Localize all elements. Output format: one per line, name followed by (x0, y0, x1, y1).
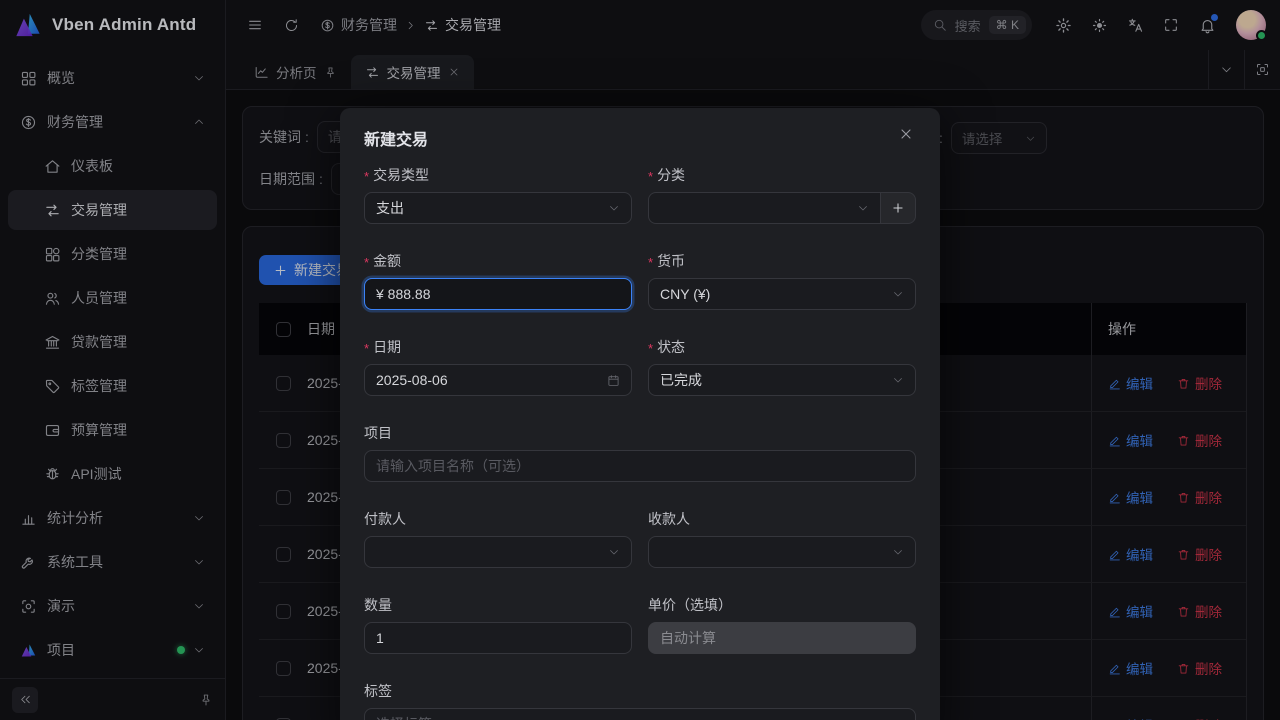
chevron-down-icon (608, 202, 620, 214)
currency-select[interactable]: CNY (¥) (648, 278, 916, 310)
form-row-type-category: *交易类型 支出 *分类 (364, 164, 916, 224)
chevron-down-icon (608, 546, 620, 558)
chevron-down-icon (892, 288, 904, 300)
field-quantity: 数量 (364, 594, 632, 654)
field-amount: *金额 (364, 250, 632, 310)
form-row-quantity-price: 数量 单价（选填） (364, 594, 916, 654)
tags-select[interactable]: 选择标签 (364, 708, 916, 720)
modal-close-button[interactable] (896, 124, 916, 144)
required-asterisk: * (364, 255, 369, 270)
transaction-type-select[interactable]: 支出 (364, 192, 632, 224)
new-transaction-modal: 新建交易 *交易类型 支出 *分类 (340, 108, 940, 720)
field-date: *日期 2025-08-06 (364, 336, 632, 396)
date-picker[interactable]: 2025-08-06 (364, 364, 632, 396)
modal-title: 新建交易 (364, 124, 428, 150)
required-asterisk: * (364, 169, 369, 184)
field-unit-price: 单价（选填） (648, 594, 916, 654)
project-input[interactable] (364, 450, 916, 482)
form-row-date-status: *日期 2025-08-06 *状态 已完成 (364, 336, 916, 396)
form-row-amount-currency: *金额 *货币 CNY (¥) (364, 250, 916, 310)
required-asterisk: * (648, 341, 653, 356)
category-select[interactable] (648, 192, 880, 224)
quantity-input[interactable] (364, 622, 632, 654)
field-payer: 付款人 (364, 508, 632, 568)
required-asterisk: * (364, 341, 369, 356)
field-tags: 标签 选择标签 (364, 680, 916, 720)
payer-select[interactable] (364, 536, 632, 568)
chevron-down-icon (857, 202, 869, 214)
add-category-button[interactable] (880, 192, 916, 224)
modal-header: 新建交易 (364, 124, 916, 150)
field-category: *分类 (648, 164, 916, 224)
calendar-icon (607, 374, 620, 387)
payee-select[interactable] (648, 536, 916, 568)
required-asterisk: * (648, 169, 653, 184)
plus-icon (891, 201, 905, 215)
form-row-tags: 标签 选择标签 (364, 680, 916, 720)
app-window: Vben Admin Antd 概览 财务管理 仪表板 交易管理 (0, 0, 1280, 720)
amount-input[interactable] (364, 278, 632, 310)
field-payee: 收款人 (648, 508, 916, 568)
unit-price-input (648, 622, 916, 654)
field-currency: *货币 CNY (¥) (648, 250, 916, 310)
chevron-down-icon (892, 546, 904, 558)
field-status: *状态 已完成 (648, 336, 916, 396)
status-select[interactable]: 已完成 (648, 364, 916, 396)
field-project: 项目 (364, 422, 916, 482)
close-icon (898, 126, 914, 142)
form-row-project: 项目 (364, 422, 916, 482)
required-asterisk: * (648, 255, 653, 270)
field-transaction-type: *交易类型 支出 (364, 164, 632, 224)
form-row-payer-payee: 付款人 收款人 (364, 508, 916, 568)
chevron-down-icon (892, 374, 904, 386)
